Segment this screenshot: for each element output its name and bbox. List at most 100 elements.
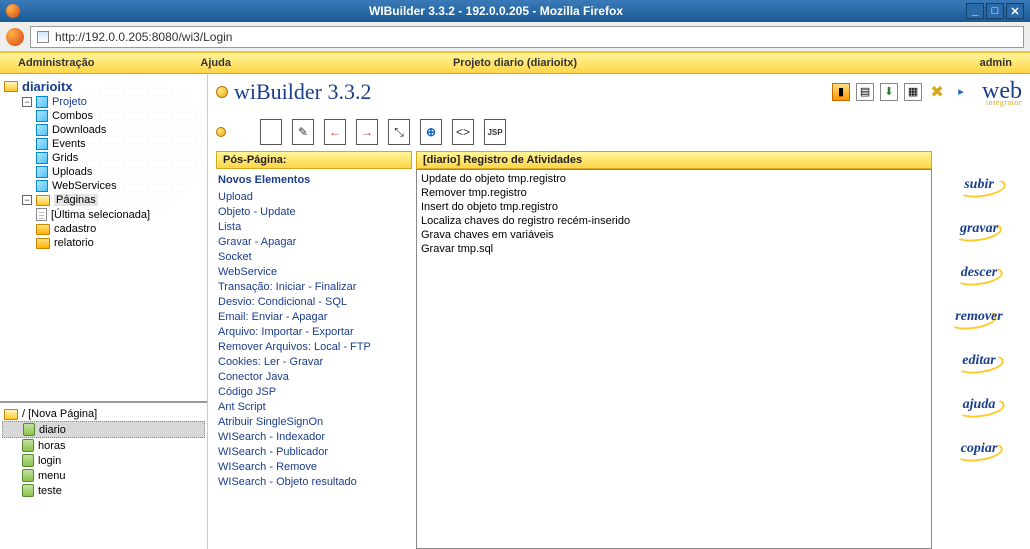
tree-root[interactable]: diarioitx — [2, 78, 205, 95]
page-favicon-icon — [37, 31, 49, 43]
edit-icon[interactable]: ✎ — [292, 119, 314, 145]
code-icon[interactable]: <> — [452, 119, 474, 145]
element-link[interactable]: Gravar - Apagar — [218, 235, 410, 250]
element-link[interactable]: Objeto - Update — [218, 205, 410, 220]
menu-project[interactable]: Projeto diario (diarioitx) — [445, 57, 585, 69]
element-link[interactable]: Upload — [218, 190, 410, 205]
document-icon[interactable]: ▤ — [856, 83, 874, 101]
lower-tree-item[interactable]: horas — [2, 438, 205, 453]
activity-item[interactable]: Localiza chaves do registro recém-inseri… — [421, 214, 927, 228]
cube-icon — [36, 152, 48, 164]
element-link[interactable]: Lista — [218, 220, 410, 235]
element-link[interactable]: WISearch - Publicador — [218, 445, 410, 460]
menu-user[interactable]: admin — [972, 57, 1020, 69]
lower-tree-root[interactable]: / [Nova Página] — [2, 407, 205, 421]
element-link[interactable]: Ant Script — [218, 400, 410, 415]
lower-tree-item[interactable]: teste — [2, 483, 205, 498]
element-link[interactable]: Transação: Iniciar - Finalizar — [218, 280, 410, 295]
tree-project-item[interactable]: Uploads — [2, 165, 205, 179]
action-ajuda[interactable]: ajuda — [963, 397, 996, 413]
logo: webintegrator — [982, 78, 1022, 105]
action-gravar[interactable]: gravar — [960, 221, 998, 237]
activities-listbox[interactable]: Update do objeto tmp.registroRemover tmp… — [416, 169, 932, 549]
activity-item[interactable]: Gravar tmp.sql — [421, 242, 927, 256]
element-link[interactable]: WISearch - Objeto resultado — [218, 475, 410, 490]
bullet-icon — [216, 86, 228, 98]
element-link[interactable]: WebService — [218, 265, 410, 280]
folder-icon — [36, 224, 50, 235]
page-icon — [36, 208, 47, 221]
action-subir[interactable]: subir — [964, 177, 994, 193]
element-link[interactable]: Código JSP — [218, 385, 410, 400]
top-toolbar: ▮ ▤ ⬇ ▦ ✖ ▸ webintegrator — [832, 78, 1022, 105]
collapse-icon[interactable]: − — [22, 97, 32, 107]
tree-page-item[interactable]: [Última selecionada] — [2, 207, 205, 222]
activity-item[interactable]: Update do objeto tmp.registro — [421, 172, 927, 186]
element-link[interactable]: Conector Java — [218, 370, 410, 385]
elements-group-label: Novos Elementos — [218, 173, 410, 188]
lower-tree-item[interactable]: diario — [2, 421, 205, 438]
elements-list: Novos Elementos UploadObjeto - UpdateLis… — [216, 169, 412, 494]
export-icon[interactable]: → — [356, 119, 378, 145]
action-copiar[interactable]: copiar — [961, 441, 998, 457]
tree-page-item[interactable]: cadastro — [2, 222, 205, 236]
collapse-icon[interactable]: − — [22, 195, 32, 205]
menu-admin[interactable]: Administração — [10, 57, 102, 69]
flag-icon[interactable]: ▸ — [952, 83, 970, 101]
cube-icon — [36, 166, 48, 178]
folder-open-icon — [4, 409, 18, 420]
edit-toolbar: ✎ ← → ⤡ ⊕ <> JSP — [216, 119, 1022, 145]
new-icon[interactable] — [260, 119, 282, 145]
search-icon[interactable]: ⊕ — [420, 119, 442, 145]
activity-item[interactable]: Grava chaves em variáveis — [421, 228, 927, 242]
action-descer[interactable]: descer — [961, 265, 998, 281]
tree-project-item[interactable]: Grids — [2, 151, 205, 165]
db-icon — [22, 439, 34, 452]
element-link[interactable]: Arquivo: Importar - Exportar — [218, 325, 410, 340]
tree-project-item[interactable]: WebServices — [2, 179, 205, 193]
action-buttons-column: subir gravar descer remover editar ajuda copia… — [936, 151, 1022, 549]
menu-help[interactable]: Ajuda — [192, 57, 239, 69]
window-title: WIBuilder 3.3.2 - 192.0.0.205 - Mozilla … — [26, 4, 966, 18]
import-icon[interactable]: ← — [324, 119, 346, 145]
element-link[interactable]: Cookies: Ler - Gravar — [218, 355, 410, 370]
tree-project-item[interactable]: Combos — [2, 109, 205, 123]
activity-item[interactable]: Insert do objeto tmp.registro — [421, 200, 927, 214]
element-link[interactable]: Desvio: Condicional - SQL — [218, 295, 410, 310]
tools-icon[interactable]: ✖ — [928, 83, 946, 101]
edit-pencil-icon[interactable]: ⤡ — [388, 119, 410, 145]
tree-pages[interactable]: − Páginas — [2, 193, 205, 207]
cube-icon — [36, 124, 48, 136]
download-icon[interactable]: ⬇ — [880, 83, 898, 101]
minimize-button[interactable]: _ — [966, 3, 984, 19]
db-icon — [22, 454, 34, 467]
database-icon[interactable]: ▮ — [832, 83, 850, 101]
db-icon — [22, 484, 34, 497]
firefox-logo-icon — [6, 28, 24, 46]
action-remover[interactable]: remover — [955, 309, 1002, 325]
tree-page-item[interactable]: relatorio — [2, 236, 205, 250]
tree-project-item[interactable]: Downloads — [2, 123, 205, 137]
sidebar: diarioitx − Projeto CombosDownloadsEvent… — [0, 74, 208, 549]
maximize-button[interactable]: □ — [986, 3, 1004, 19]
tree-project-item[interactable]: Events — [2, 137, 205, 151]
lower-tree-item[interactable]: login — [2, 453, 205, 468]
element-link[interactable]: Atribuir SingleSignOn — [218, 415, 410, 430]
activity-item[interactable]: Remover tmp.registro — [421, 186, 927, 200]
tree-project[interactable]: − Projeto — [2, 95, 205, 109]
cube-icon — [36, 138, 48, 150]
lower-tree-item[interactable]: menu — [2, 468, 205, 483]
url-input[interactable]: http://192.0.0.205:8080/wi3/Login — [30, 26, 1024, 48]
element-link[interactable]: Socket — [218, 250, 410, 265]
close-button[interactable]: ✕ — [1006, 3, 1024, 19]
jsp-icon[interactable]: JSP — [484, 119, 506, 145]
folder-icon — [4, 81, 18, 92]
package-icon[interactable]: ▦ — [904, 83, 922, 101]
element-link[interactable]: Remover Arquivos: Local - FTP — [218, 340, 410, 355]
element-link[interactable]: Email: Enviar - Apagar — [218, 310, 410, 325]
element-link[interactable]: WISearch - Remove — [218, 460, 410, 475]
firefox-icon — [6, 4, 20, 18]
element-link[interactable]: WISearch - Indexador — [218, 430, 410, 445]
action-editar[interactable]: editar — [962, 353, 995, 369]
url-text: http://192.0.0.205:8080/wi3/Login — [55, 30, 232, 44]
